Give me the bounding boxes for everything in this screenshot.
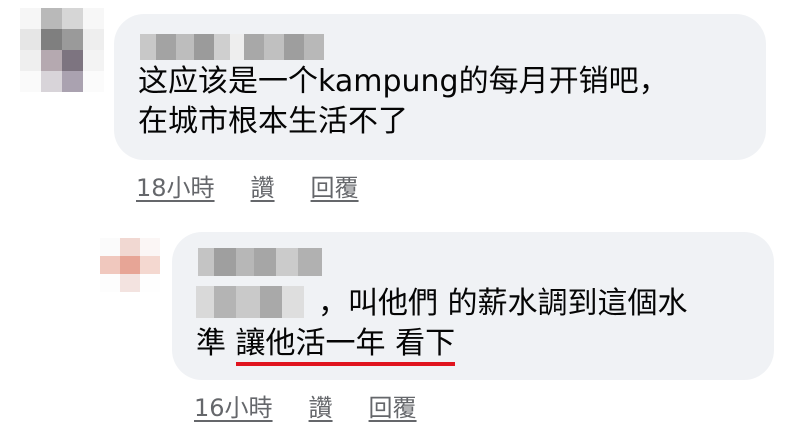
mentioned-name-blurred[interactable] — [196, 286, 304, 318]
commenter-name-blurred[interactable] — [140, 34, 324, 60]
reply-button[interactable]: 回覆 — [369, 388, 417, 423]
comment-text-line: 这应该是一个kampung的每月开销吧， — [138, 64, 669, 99]
reply-timestamp[interactable]: 16小時 — [194, 388, 273, 423]
like-button[interactable]: 讚 — [251, 168, 275, 203]
commenter-avatar-blurred[interactable] — [20, 8, 104, 92]
reply-text-line: ，叫他們 的薪水調到這個水 — [318, 286, 688, 321]
reply-button[interactable]: 回覆 — [311, 168, 359, 203]
comment-bubble: 这应该是一个kampung的每月开销吧， 在城市根本生活不了 — [114, 14, 766, 160]
reply-avatar-blurred[interactable] — [100, 238, 160, 292]
reply-text-line: 準 讓他活一年 看下 — [196, 324, 456, 366]
comment-text-line: 在城市根本生活不了 — [138, 104, 408, 139]
like-button[interactable]: 讚 — [309, 388, 333, 423]
reply-actions: 16小時 讚 回覆 — [194, 388, 417, 423]
reply-commenter-name-blurred[interactable] — [198, 248, 322, 276]
reply-text-prefix: 準 — [196, 326, 236, 361]
comment-timestamp[interactable]: 18小時 — [136, 168, 215, 203]
comment-actions: 18小時 讚 回覆 — [136, 168, 359, 203]
reply-bubble: ，叫他們 的薪水調到這個水 準 讓他活一年 看下 — [172, 232, 774, 380]
red-underlined-text: 讓他活一年 看下 — [235, 326, 456, 366]
